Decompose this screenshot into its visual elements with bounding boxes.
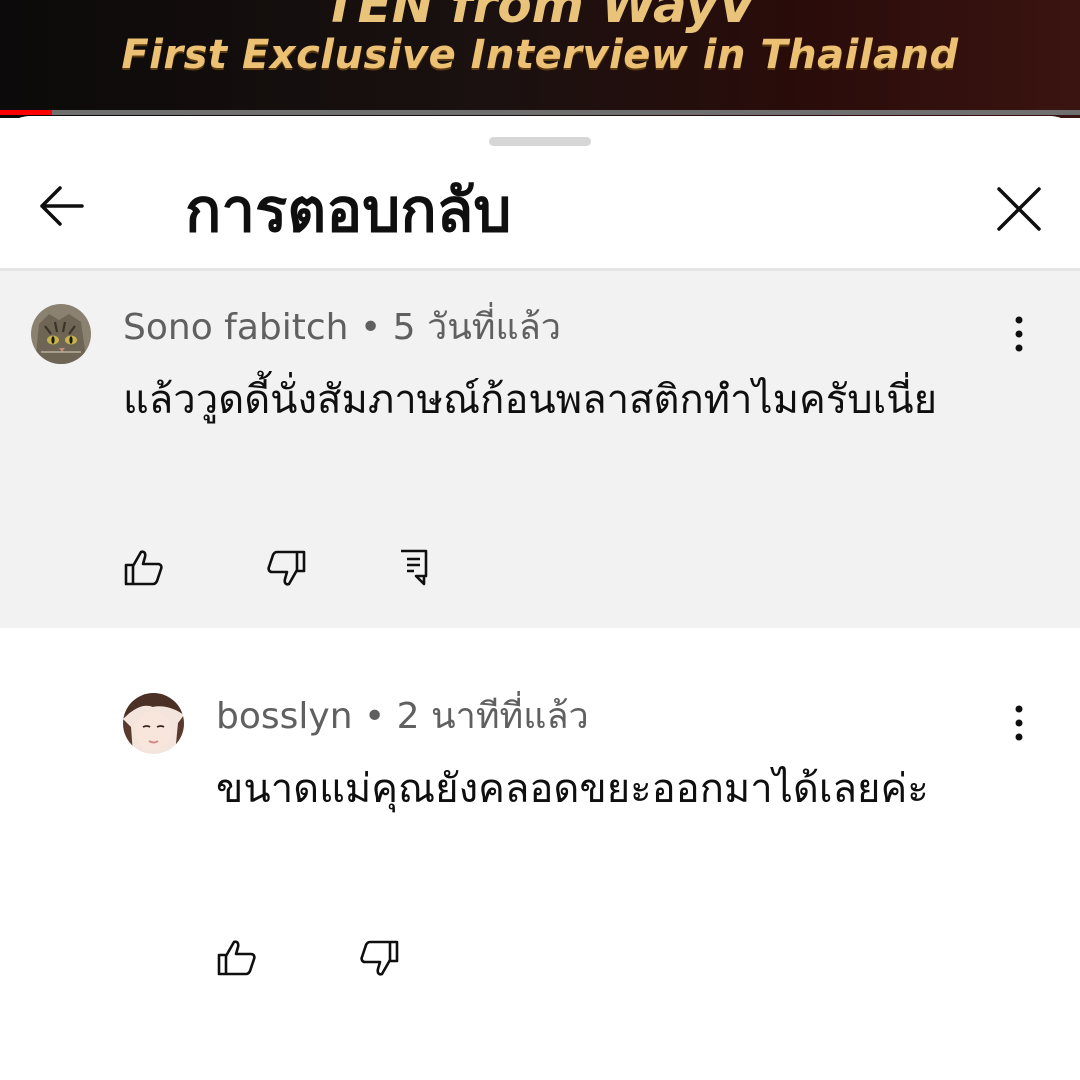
drag-handle[interactable] <box>489 137 591 146</box>
comment-meta: bosslyn • 2 นาทีที่แล้ว <box>216 692 589 742</box>
video-subtitle-overlay: First Exclusive Interview in Thailand <box>121 32 959 78</box>
close-icon <box>997 187 1041 231</box>
comment-menu-button[interactable] <box>1009 314 1029 354</box>
avatar[interactable] <box>123 693 184 754</box>
comment-text: ขนาดแม่คุณยังคลอดขยะออกมาได้เลยค่ะ <box>216 766 929 812</box>
dislike-button[interactable] <box>357 936 401 980</box>
video-progress-fill <box>0 110 52 115</box>
dislike-button[interactable] <box>264 546 308 590</box>
close-button[interactable] <box>992 182 1046 236</box>
video-progress-bar[interactable] <box>0 110 1080 115</box>
comment-menu-button[interactable] <box>1009 703 1029 743</box>
avatar[interactable] <box>31 304 91 364</box>
comment-time: 5 วันที่แล้ว <box>392 307 562 348</box>
video-title-overlay: TEN from WayV <box>323 0 757 34</box>
meta-separator: • <box>363 696 386 737</box>
back-button[interactable] <box>34 178 90 234</box>
like-icon <box>124 550 163 586</box>
comment-time: 2 นาทีที่แล้ว <box>396 696 589 737</box>
reply-icon <box>401 549 428 586</box>
video-player[interactable]: TEN from WayV First Exclusive Interview … <box>0 0 1080 118</box>
dislike-icon <box>360 940 399 976</box>
meta-separator: • <box>359 307 382 348</box>
more-vert-icon <box>1015 316 1023 352</box>
more-vert-icon <box>1015 705 1023 741</box>
sheet-title: การตอบกลับ <box>185 176 512 246</box>
comment-author[interactable]: Sono fabitch <box>123 307 348 348</box>
back-arrow-icon <box>40 186 84 226</box>
comment-author[interactable]: bosslyn <box>216 696 353 737</box>
like-button[interactable] <box>215 936 259 980</box>
replies-sheet: การตอบกลับ <box>0 116 1080 1080</box>
like-icon <box>217 940 256 976</box>
cat-avatar-icon <box>31 304 91 364</box>
user-avatar-icon <box>123 693 184 754</box>
dislike-icon <box>267 550 306 586</box>
comment-meta: Sono fabitch • 5 วันที่แล้ว <box>123 303 561 353</box>
like-button[interactable] <box>122 546 166 590</box>
reply-button[interactable] <box>396 546 440 590</box>
comment-text: แล้ววูดดี้นั่งสัมภาษณ์ก้อนพลาสติกทำไมครั… <box>123 377 938 423</box>
